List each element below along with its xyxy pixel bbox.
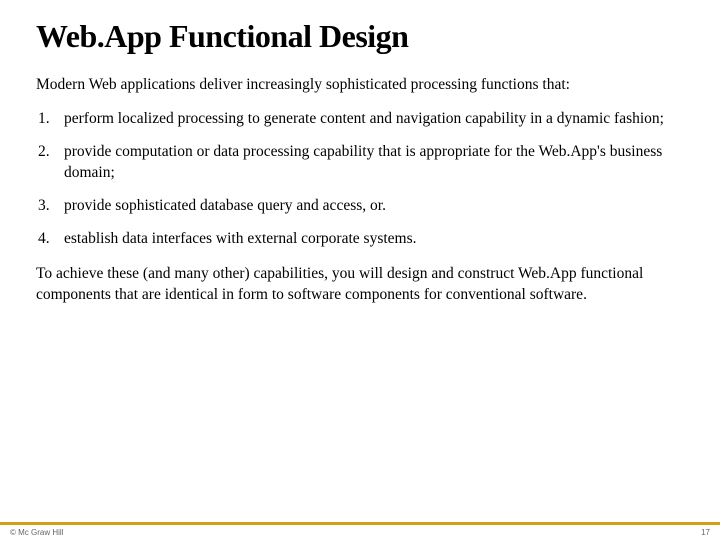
list-number: 2. (36, 142, 64, 184)
list-number: 4. (36, 229, 64, 250)
intro-text: Modern Web applications deliver increasi… (36, 75, 684, 95)
slide-title: Web.App Functional Design (36, 18, 684, 55)
list-item: 2. provide computation or data processin… (36, 142, 684, 184)
page-number: 17 (701, 528, 710, 537)
list-text: perform localized processing to generate… (64, 109, 684, 130)
list-item: 3. provide sophisticated database query … (36, 196, 684, 217)
list-item: 1. perform localized processing to gener… (36, 109, 684, 130)
list-item: 4. establish data interfaces with extern… (36, 229, 684, 250)
conclusion-text: To achieve these (and many other) capabi… (36, 264, 684, 306)
slide-content: Web.App Functional Design Modern Web app… (0, 0, 720, 306)
list-text: provide sophisticated database query and… (64, 196, 684, 217)
list-text: provide computation or data processing c… (64, 142, 684, 184)
slide-footer: © Mc Graw Hill 17 (0, 522, 720, 540)
list-number: 1. (36, 109, 64, 130)
copyright-text: © Mc Graw Hill (10, 528, 63, 537)
list-text: establish data interfaces with external … (64, 229, 684, 250)
list-number: 3. (36, 196, 64, 217)
numbered-list: 1. perform localized processing to gener… (36, 109, 684, 250)
